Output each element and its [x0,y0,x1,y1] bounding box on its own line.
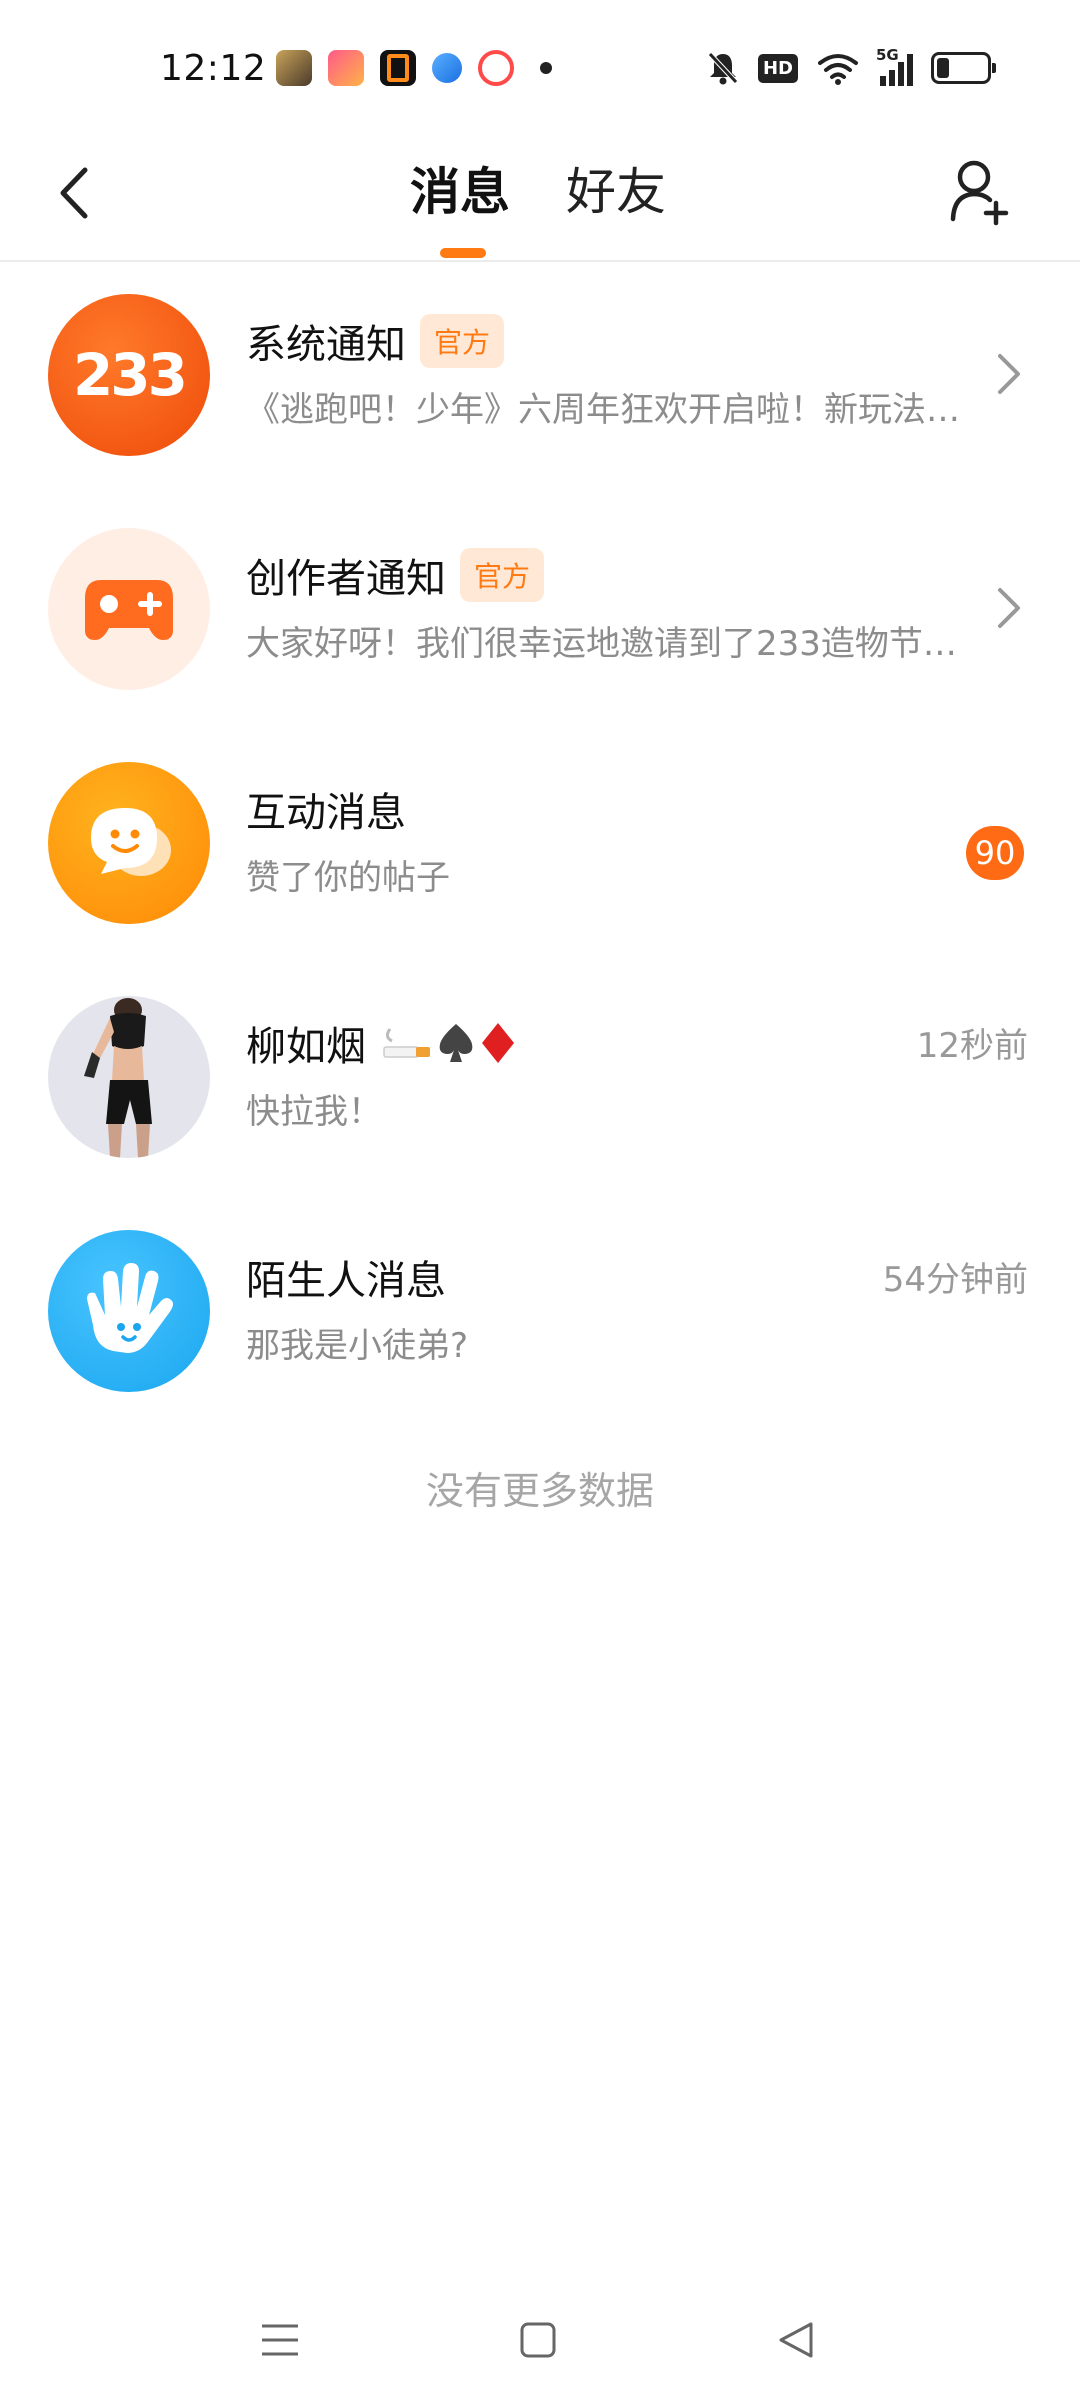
gamepad-icon [48,528,210,690]
tab-friends[interactable]: 好友 [566,152,666,224]
add-friend-button[interactable] [946,152,1016,232]
status-app-icons [276,50,552,86]
back-nav-button[interactable] [766,2310,826,2370]
list-item-creator-notice[interactable]: 创作者通知 官方 大家好呀！我们很幸运地邀请到了233造物节的创作者们 [0,496,1080,730]
no-more-data-text: 没有更多数据 [425,1469,654,1513]
status-bar: 12:12 HD 5G [0,0,1080,140]
item-title: 创作者通知 [246,556,446,602]
diamond-icon [482,1023,514,1063]
list-item-strangers[interactable]: 陌生人消息 那我是小徒弟? 54分钟前 [0,1198,1080,1432]
back-button[interactable] [44,158,104,228]
item-preview: 赞了你的帖子 [246,858,450,898]
chevron-right-icon [998,588,1020,628]
title-line: 柳如烟 [246,1014,516,1072]
item-title: 陌生人消息 [246,1258,446,1304]
title-line: 创作者通知 官方 [246,546,545,604]
waving-hand-icon [48,1230,210,1392]
menu-icon [262,2324,298,2356]
item-preview: 《逃跑吧！少年》六周年狂欢开启啦！新玩法等你来体验 [246,390,966,430]
top-header: 消息 好友 [0,140,1080,262]
game-app-icon [276,50,312,86]
mute-icon [708,52,738,85]
wifi-icon [818,54,858,85]
item-time: 54分钟前 [882,1260,1028,1300]
system-nav-bar [0,2290,1080,2400]
back-triangle-icon [779,2322,813,2358]
official-badge: 官方 [460,548,545,602]
spade-icon [439,1024,473,1062]
app-icon [478,50,514,86]
cigarette-icon [383,1028,430,1058]
status-indicators: HD 5G [706,46,996,86]
title-line: 互动消息 [246,780,406,838]
app-icon [380,50,416,86]
hd-icon: HD [757,53,798,83]
app-icon [432,53,462,83]
list-item-user-chat[interactable]: 柳如烟 快拉我！ 12秒前 [0,964,1080,1198]
tab-messages[interactable]: 消息 [410,152,510,224]
add-user-icon [950,160,1009,226]
home-button[interactable] [508,2310,568,2370]
menu-button[interactable] [250,2310,310,2370]
unread-count-badge: 90 [966,826,1024,880]
video-app-icon [328,50,364,86]
title-line: 陌生人消息 [246,1248,446,1306]
item-title: 柳如烟 [246,1024,366,1070]
item-title: 互动消息 [246,790,406,836]
status-time: 12:12 [160,48,267,89]
233-logo-icon: 233 [48,294,210,456]
list-item-interactions[interactable]: 互动消息 赞了你的帖子 90 [0,730,1080,964]
chevron-right-icon [998,354,1020,394]
list-item-system-notice[interactable]: 233 系统通知 官方 《逃跑吧！少年》六周年狂欢开启啦！新玩法等你来体验 [0,262,1080,496]
item-title: 系统通知 [246,322,406,368]
item-preview: 快拉我！ [246,1092,382,1132]
title-emojis [382,1021,516,1065]
5g-signal-icon: 5G [876,46,913,86]
item-preview: 那我是小徒弟? [246,1326,469,1366]
home-square-icon [520,2322,556,2358]
item-preview: 大家好呀！我们很幸运地邀请到了233造物节的创作者们 [246,624,966,664]
official-badge: 官方 [420,314,505,368]
user-avatar [48,996,210,1158]
chat-bubble-icon [48,762,210,924]
message-list: 233 系统通知 官方 《逃跑吧！少年》六周年狂欢开启啦！新玩法等你来体验 创作… [0,262,1080,1432]
chevron-left-icon [60,167,88,219]
active-tab-indicator [440,248,486,258]
item-time: 12秒前 [916,1026,1028,1066]
title-line: 系统通知 官方 [246,312,505,370]
battery-icon [931,52,996,84]
notification-dot-icon [540,62,552,74]
